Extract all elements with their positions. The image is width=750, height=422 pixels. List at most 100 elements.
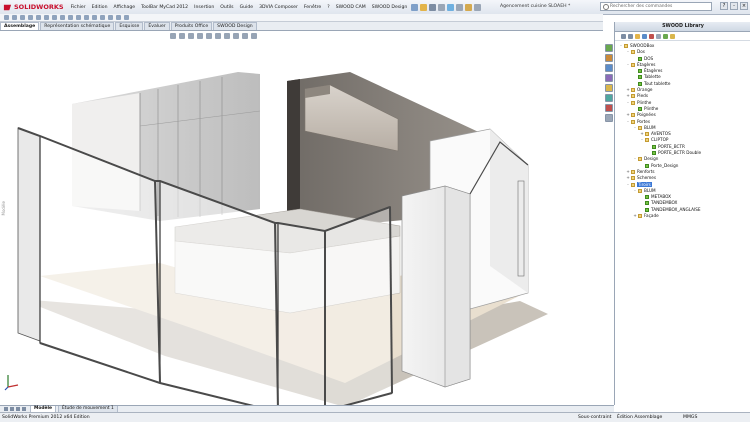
help-icon[interactable]: ?: [720, 2, 728, 10]
folder-icon[interactable]: [635, 33, 640, 39]
tree-item-label: Renforts: [637, 168, 655, 174]
tab-scroll-arrows: [4, 406, 28, 411]
linear-pattern-icon[interactable]: [20, 15, 25, 20]
tree-item-label: Schemes: [637, 175, 657, 181]
section-view-icon[interactable]: [197, 33, 203, 39]
rebuild-icon[interactable]: [465, 3, 473, 11]
menu-fichier[interactable]: Fichier: [68, 5, 89, 10]
new-document-icon[interactable]: [411, 3, 419, 11]
show-hidden-icon[interactable]: [44, 15, 49, 20]
edit-appearance-icon[interactable]: [233, 33, 239, 39]
bill-of-materials-icon[interactable]: [76, 15, 81, 20]
file-explorer-tab-icon[interactable]: [604, 64, 613, 72]
back-icon[interactable]: [621, 33, 626, 39]
open-folder-icon[interactable]: [420, 3, 428, 11]
tab-esquisse[interactable]: Esquisse: [115, 22, 144, 30]
menu-toolbar-mycad[interactable]: ToolBar MyCad 2012: [138, 5, 191, 10]
tab-evaluer[interactable]: Évaluer: [144, 22, 170, 30]
next-tab-arrow-icon[interactable]: [16, 407, 20, 411]
options-icon[interactable]: [474, 3, 482, 11]
custom-properties-tab-icon[interactable]: [604, 94, 613, 102]
graphics-area[interactable]: Modèle: [0, 31, 603, 405]
swood-library-panel: SWOOD Library - SWOODBox - Dos DOS - Étagères É…: [614, 22, 750, 405]
folder-icon: [638, 188, 642, 193]
appearances-tab-icon[interactable]: [604, 84, 613, 92]
tree-item-label: METABOX: [651, 194, 672, 200]
undo-icon[interactable]: [447, 3, 455, 11]
view-palette-tab-icon[interactable]: [604, 74, 613, 82]
forward-icon[interactable]: [628, 33, 633, 39]
assembly-features-icon[interactable]: [52, 15, 57, 20]
prev-tab-arrow-icon[interactable]: [10, 407, 14, 411]
component-icon: [638, 75, 642, 80]
folder-icon: [631, 50, 635, 55]
apply-scene-icon[interactable]: [242, 33, 248, 39]
select-icon[interactable]: [456, 3, 464, 11]
close-icon[interactable]: ×: [740, 2, 748, 10]
hole-alignment-icon[interactable]: [116, 15, 121, 20]
tab-produits-office[interactable]: Produits Office: [170, 22, 213, 30]
explode-line-sketch-icon[interactable]: [92, 15, 97, 20]
hide-show-items-icon[interactable]: [224, 33, 230, 39]
reference-geometry-icon[interactable]: [60, 15, 65, 20]
recovery-tab-icon[interactable]: [604, 114, 613, 122]
insert-component-icon[interactable]: [4, 15, 9, 20]
tree-item[interactable]: + Façade: [615, 213, 750, 219]
resources-tab-icon[interactable]: [604, 104, 613, 112]
window-controls: ? - ×: [718, 2, 748, 10]
kitchen-assembly-model[interactable]: [0, 31, 603, 405]
star-icon[interactable]: [670, 33, 675, 39]
interference-detection-icon[interactable]: [100, 15, 105, 20]
settings-icon[interactable]: [656, 33, 661, 39]
tree-item-label: TANDEMBOX: [651, 200, 678, 206]
add-icon[interactable]: [663, 33, 668, 39]
view-settings-icon[interactable]: [251, 33, 257, 39]
instant3d-icon[interactable]: [124, 15, 129, 20]
save-icon[interactable]: [429, 3, 437, 11]
menu-insertion[interactable]: Insertion: [191, 5, 217, 10]
minimize-icon[interactable]: -: [730, 2, 738, 10]
display-style-icon[interactable]: [215, 33, 221, 39]
last-tab-arrow-icon[interactable]: [22, 407, 26, 411]
menu-fenetre[interactable]: Fenêtre: [301, 5, 324, 10]
delete-icon[interactable]: [649, 33, 654, 39]
solidworks-logo[interactable]: SOLIDWORKS: [0, 0, 68, 14]
tree-item-label: PORTE_BCTR Double: [658, 150, 702, 156]
component-icon: [638, 69, 642, 74]
move-component-icon[interactable]: [36, 15, 41, 20]
tab-assemblage[interactable]: Assemblage: [0, 22, 40, 30]
new-motion-study-icon[interactable]: [68, 15, 73, 20]
menu-affichage[interactable]: Affichage: [111, 5, 139, 10]
zoom-to-fit-icon[interactable]: [170, 33, 176, 39]
menu-help[interactable]: ?: [324, 5, 332, 10]
design-library-tab-icon[interactable]: [604, 54, 613, 62]
menu-swood-design[interactable]: SWOOD Design: [369, 5, 411, 10]
tab-representation-schematique[interactable]: Représentation schématique: [40, 22, 115, 30]
search-input[interactable]: Rechercher des commandes: [600, 2, 712, 11]
refresh-icon[interactable]: [642, 33, 647, 39]
tree-item-label: Porte_Design: [651, 162, 679, 168]
menu-outils[interactable]: Outils: [217, 5, 236, 10]
previous-view-icon[interactable]: [188, 33, 194, 39]
menu-swood-cam[interactable]: SWOOD CAM: [333, 5, 369, 10]
first-tab-arrow-icon[interactable]: [4, 407, 8, 411]
component-icon: [652, 144, 656, 149]
clearance-verification-icon[interactable]: [108, 15, 113, 20]
swood-library-tab-icon[interactable]: [604, 44, 613, 52]
menu-3dvia-composer[interactable]: 3DVIA Composer: [256, 5, 301, 10]
menu-guide[interactable]: Guide: [237, 5, 257, 10]
reference-triad-icon: [4, 375, 19, 391]
view-orientation-icon[interactable]: [206, 33, 212, 39]
folder-icon: [631, 169, 635, 174]
zoom-to-area-icon[interactable]: [179, 33, 185, 39]
smart-fasteners-icon[interactable]: [28, 15, 33, 20]
print-icon[interactable]: [438, 3, 446, 11]
menu-edition[interactable]: Edition: [89, 5, 111, 10]
folder-icon: [638, 157, 642, 162]
tab-swood-design[interactable]: SWOOD Design: [213, 22, 257, 30]
mate-icon[interactable]: [12, 15, 17, 20]
exploded-view-icon[interactable]: [84, 15, 89, 20]
tree-item-label: CLIPTOP: [651, 137, 669, 143]
glass-door: [277, 222, 326, 405]
expand-toggle-icon[interactable]: +: [633, 213, 637, 219]
